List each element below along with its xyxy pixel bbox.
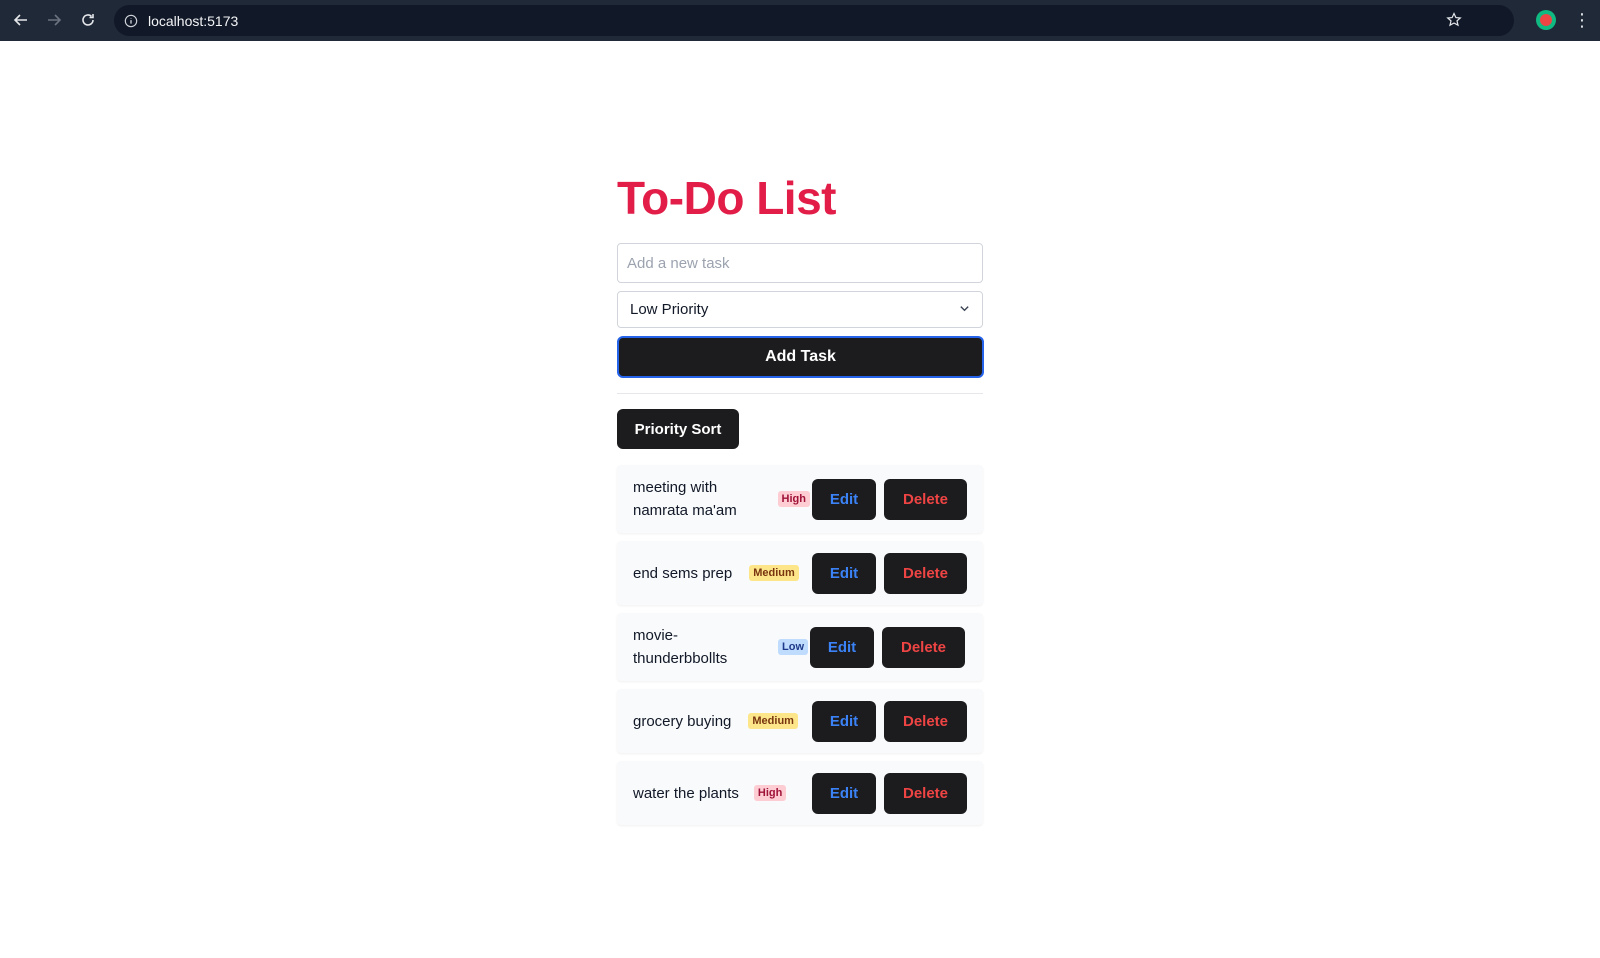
task-text: meeting with namrata ma'am — [633, 479, 737, 519]
add-task-button[interactable]: Add Task — [617, 336, 984, 378]
back-icon[interactable] — [4, 3, 38, 37]
delete-button[interactable]: Delete — [882, 626, 965, 668]
url-text: localhost:5173 — [148, 12, 239, 29]
delete-button[interactable]: Delete — [884, 772, 967, 814]
edit-button[interactable]: Edit — [812, 700, 876, 742]
page-title: To-Do List — [617, 172, 836, 224]
task-actions: Edit Delete — [812, 772, 967, 814]
edit-button[interactable]: Edit — [812, 772, 876, 814]
task-row: end sems prep Medium Edit Delete — [617, 541, 983, 605]
task-actions: Edit Delete — [812, 700, 967, 742]
priority-select-value: Low Priority — [630, 301, 709, 318]
reload-icon[interactable] — [71, 3, 105, 37]
task-actions: Edit Delete — [812, 478, 967, 520]
task-text: end sems prep — [633, 564, 733, 582]
bookmark-star-icon[interactable] — [1446, 12, 1462, 33]
task-text: grocery buying — [633, 712, 732, 730]
priority-sort-button[interactable]: Priority Sort — [617, 409, 739, 449]
task-actions: Edit Delete — [810, 626, 965, 668]
task-row: grocery buying Medium Edit Delete — [617, 689, 983, 753]
task-row: movie-thunderbbollts Low Edit Delete — [617, 613, 983, 681]
delete-button[interactable]: Delete — [884, 478, 967, 520]
task-text: movie-thunderbbollts — [633, 627, 728, 667]
edit-button[interactable]: Edit — [812, 552, 876, 594]
browser-menu-icon[interactable]: ⋮ — [1570, 4, 1594, 36]
priority-badge: Low — [778, 639, 808, 655]
delete-button[interactable]: Delete — [884, 552, 967, 594]
edit-button[interactable]: Edit — [810, 626, 874, 668]
edit-button[interactable]: Edit — [812, 478, 876, 520]
task-list: meeting with namrata ma'am High Edit Del… — [617, 465, 983, 825]
priority-select[interactable]: Low Priority — [617, 291, 983, 328]
priority-badge: High — [777, 491, 810, 507]
chevron-down-icon — [959, 303, 970, 317]
delete-button[interactable]: Delete — [884, 700, 967, 742]
task-input[interactable] — [617, 243, 983, 283]
todo-app: To-Do List Low Priority Add Task Priorit… — [617, 170, 984, 833]
divider — [617, 393, 983, 394]
browser-toolbar: localhost:5173 ⋮ — [0, 0, 1600, 41]
task-actions: Edit Delete — [812, 552, 967, 594]
task-row: water the plants High Edit Delete — [617, 761, 983, 825]
extension-icon[interactable] — [1536, 10, 1556, 30]
priority-badge: High — [753, 785, 787, 801]
address-bar[interactable]: localhost:5173 — [114, 5, 1514, 36]
task-row: meeting with namrata ma'am High Edit Del… — [617, 465, 983, 533]
task-text: water the plants — [633, 784, 739, 802]
forward-icon[interactable] — [37, 3, 71, 37]
site-info-icon[interactable] — [116, 14, 146, 28]
priority-badge: Medium — [749, 565, 799, 581]
priority-badge: Medium — [748, 713, 798, 729]
